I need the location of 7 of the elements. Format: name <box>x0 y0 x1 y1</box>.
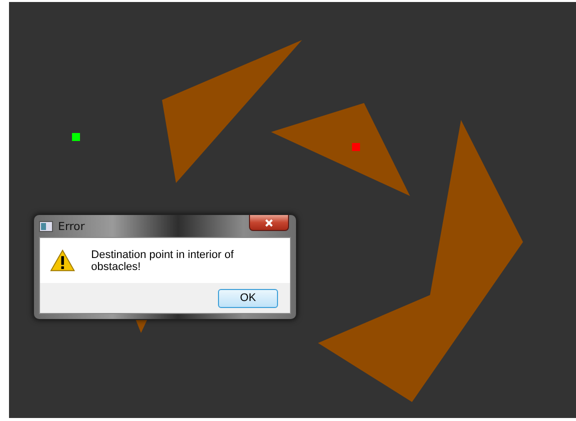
error-message: Destination point in interior of obstacles! <box>91 248 235 272</box>
ok-button[interactable]: OK <box>218 288 278 308</box>
warning-icon <box>50 249 76 272</box>
window-title: Error <box>58 220 85 232</box>
close-button[interactable] <box>249 215 289 231</box>
close-icon <box>265 218 273 226</box>
window-icon <box>39 220 53 232</box>
